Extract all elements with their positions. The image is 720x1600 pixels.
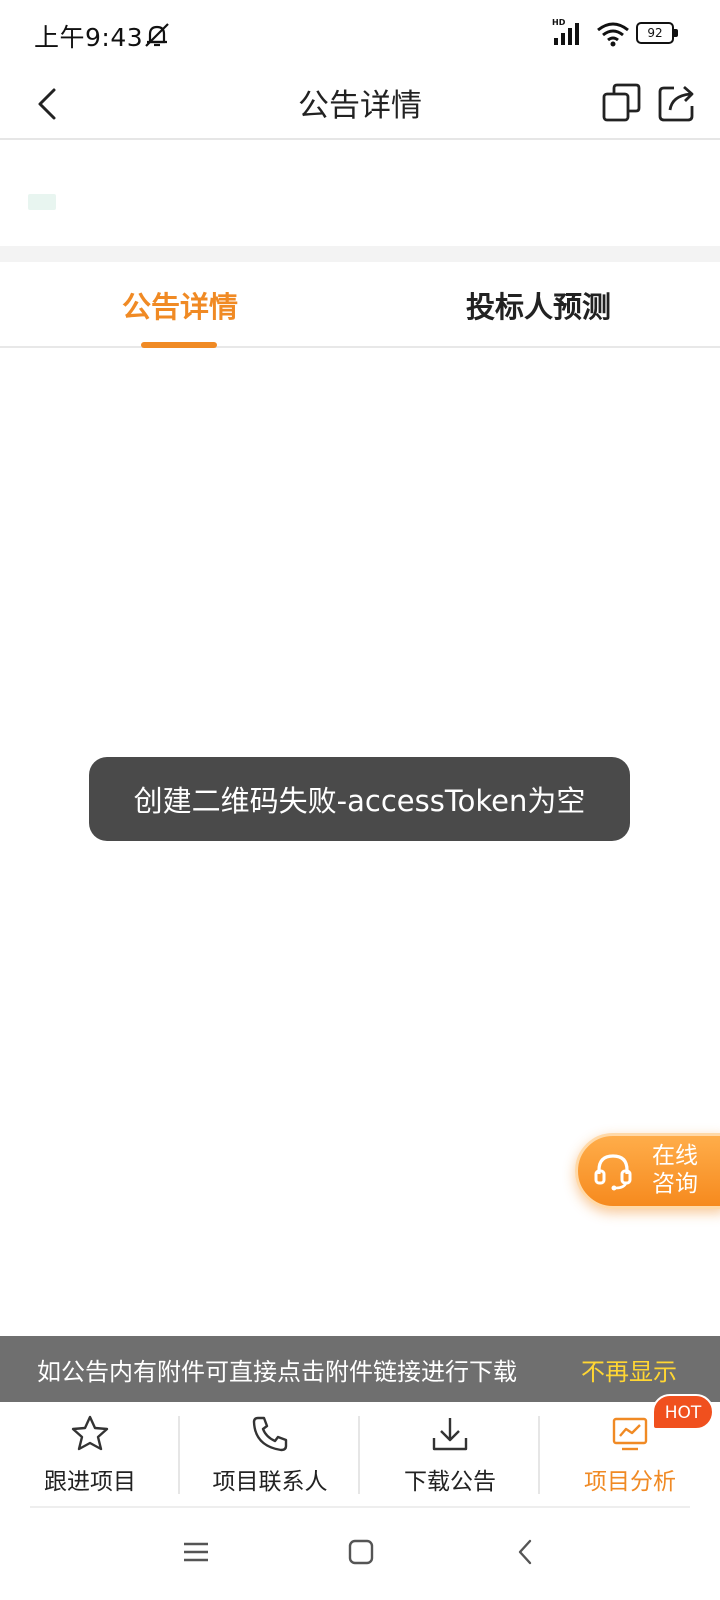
system-back-icon[interactable] (510, 1536, 542, 1568)
tab-bar: 公告详情 投标人预测 (0, 262, 720, 348)
status-bar: 上午9:43 HD 92 (0, 0, 720, 70)
phone-icon (252, 1416, 288, 1452)
copy-icon[interactable] (602, 82, 642, 124)
home-icon[interactable] (345, 1536, 377, 1568)
active-tab-indicator (141, 342, 217, 348)
category-tag (28, 194, 56, 210)
system-navigation-bar (0, 1508, 720, 1600)
nav-bar: 公告详情 (0, 70, 720, 140)
online-consult-label: 在线 咨询 (652, 1142, 712, 1198)
follow-project-button[interactable]: 跟进项目 (0, 1402, 180, 1506)
dont-show-again-button[interactable]: 不再显示 (581, 1352, 677, 1387)
attachment-notice-banner: 如公告内有附件可直接点击附件链接进行下载 不再显示 (0, 1336, 720, 1402)
screen: 上午9:43 HD 92 公告详情 公告详情 投标人预测 创建二维码失败-acc… (0, 0, 720, 1600)
battery-level: 92 (636, 22, 674, 44)
menu-icon[interactable] (180, 1536, 212, 1568)
error-toast: 创建二维码失败-accessToken为空 (89, 757, 630, 841)
notification-muted-icon (145, 23, 169, 47)
consult-line-1: 在线 (652, 1143, 698, 1169)
announcement-header (0, 142, 720, 246)
toast-message: 创建二维码失败-accessToken为空 (133, 784, 586, 818)
status-time: 上午9:43 (34, 23, 144, 52)
project-contacts-button[interactable]: 项目联系人 (180, 1402, 360, 1506)
bottom-toolbar: 跟进项目 项目联系人 下载公告 项目分析 (0, 1402, 720, 1506)
tab-announcement-detail[interactable]: 公告详情 (122, 284, 238, 326)
wifi-icon (597, 22, 629, 47)
online-consult-button[interactable]: 在线 咨询 (575, 1133, 720, 1209)
consult-line-2: 咨询 (652, 1171, 698, 1197)
headset-icon (594, 1154, 632, 1191)
star-icon (71, 1415, 109, 1451)
tab-bidder-prediction[interactable]: 投标人预测 (466, 284, 611, 326)
share-icon[interactable] (656, 82, 698, 124)
battery-tip (674, 29, 678, 37)
project-analysis-label: 项目分析 (584, 1469, 676, 1495)
project-contacts-label: 项目联系人 (212, 1469, 328, 1495)
follow-project-label: 跟进项目 (44, 1469, 136, 1495)
battery-icon: 92 (636, 22, 678, 44)
analysis-icon (612, 1417, 648, 1451)
hot-badge: HOT (652, 1394, 714, 1430)
notice-text: 如公告内有附件可直接点击附件链接进行下载 (37, 1358, 517, 1386)
download-icon (432, 1418, 468, 1451)
section-divider (0, 246, 720, 262)
download-announcement-label: 下载公告 (404, 1469, 496, 1495)
download-announcement-button[interactable]: 下载公告 (360, 1402, 540, 1506)
signal-icon (554, 23, 579, 45)
